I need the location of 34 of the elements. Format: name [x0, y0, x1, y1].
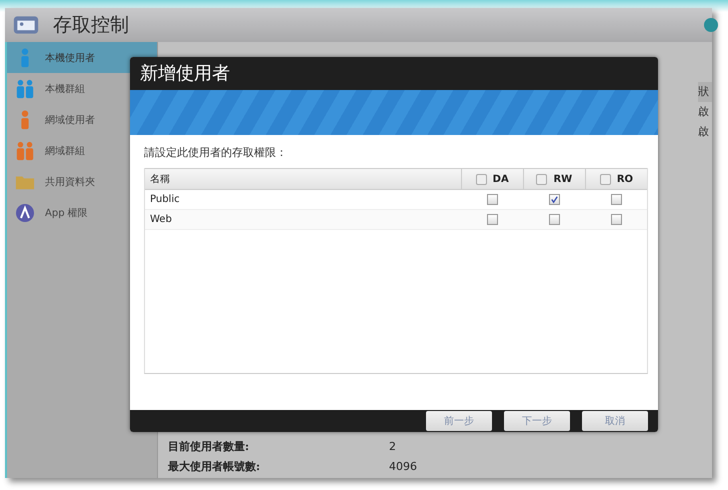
table-cell-text: 啟: [698, 124, 710, 140]
dialog-button[interactable]: 取消: [582, 411, 648, 431]
column-header: RO: [616, 174, 634, 184]
window-title: 存取控制: [53, 13, 129, 38]
checkbox[interactable]: [610, 194, 622, 205]
help-icon[interactable]: [704, 18, 718, 32]
column-header: RW: [553, 174, 572, 184]
table-cell-text: Web: [149, 213, 173, 227]
table-cell-text: Public: [149, 193, 181, 207]
app-icon: [15, 202, 35, 222]
checkbox[interactable]: [476, 174, 487, 184]
people-icon: [15, 140, 35, 160]
id-card-icon: [13, 14, 39, 36]
checkbox[interactable]: [600, 174, 611, 184]
table-header: 狀: [698, 82, 712, 102]
column-header: 名稱: [149, 173, 171, 187]
checkbox[interactable]: [536, 174, 548, 184]
checkbox[interactable]: [486, 194, 498, 205]
stat-value: 4096: [389, 460, 417, 472]
dialog-title: 新增使用者: [130, 57, 658, 90]
column-header: DA: [492, 174, 509, 184]
checkbox[interactable]: [486, 214, 498, 225]
table-cell-text: 啟: [698, 104, 710, 120]
instruction-text: 請設定此使用者的存取權限：: [144, 145, 288, 160]
stat-label: 目前使用者數量:: [168, 438, 250, 454]
dialog-button[interactable]: 前一步: [426, 411, 492, 431]
stat-label: 最大使用者帳號數:: [168, 458, 262, 474]
checkbox[interactable]: [548, 194, 560, 205]
checkbox[interactable]: [548, 214, 560, 225]
people-icon: [15, 78, 35, 98]
sidebar-item[interactable]: 網域使用者: [7, 104, 157, 135]
stat-value: 2: [389, 440, 396, 452]
checkbox[interactable]: [610, 214, 622, 225]
dialog-button[interactable]: 下一步: [504, 411, 570, 431]
